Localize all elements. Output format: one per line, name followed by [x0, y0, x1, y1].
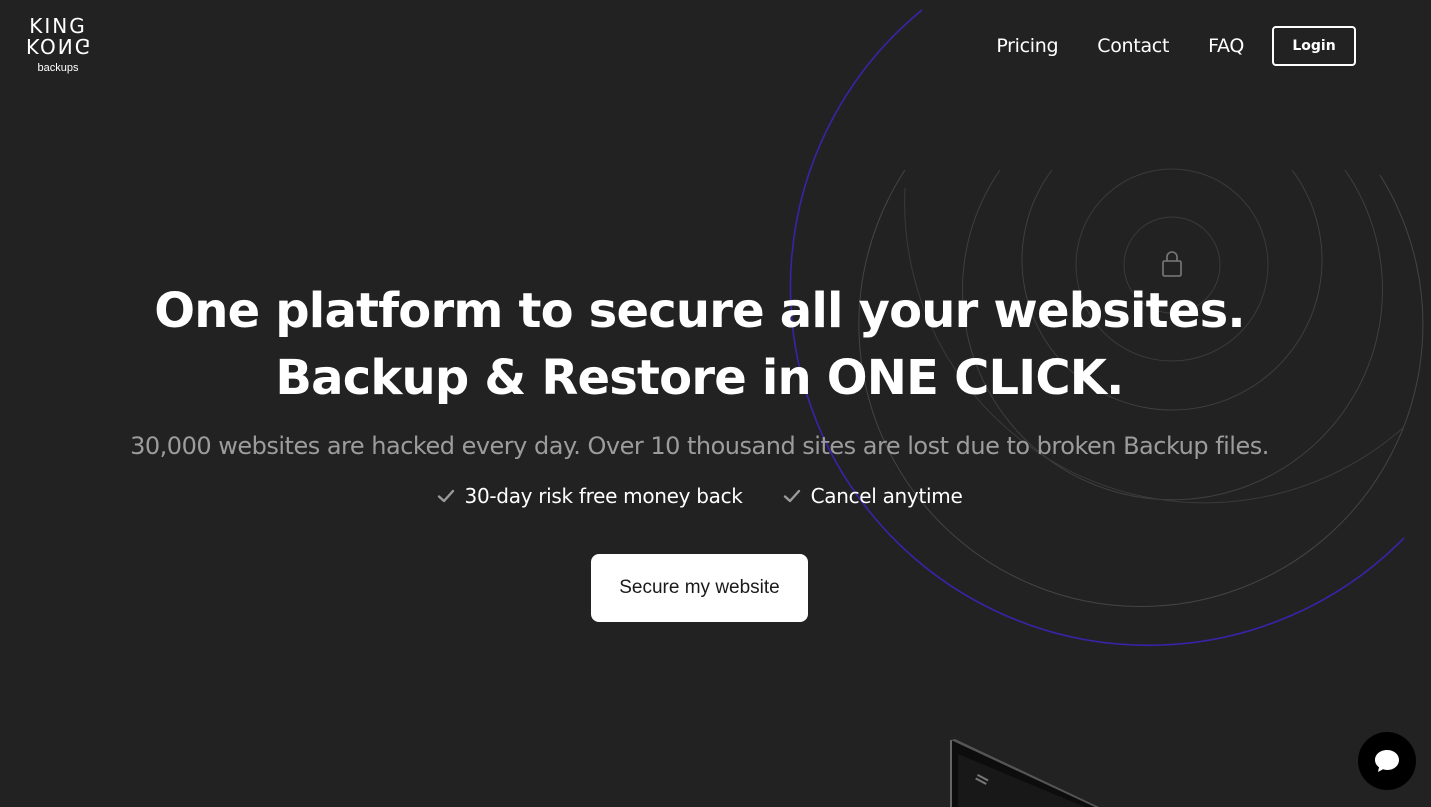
hero-headline-line-2: Backup & Restore in ONE CLICK. — [275, 350, 1124, 406]
check-icon — [783, 489, 800, 503]
brand-logo[interactable]: KING KONG backups — [26, 14, 93, 74]
check-item-money-back: 30-day risk free money back — [437, 484, 743, 508]
hero-checks: 30-day risk free money back Cancel anyti… — [0, 484, 1399, 508]
login-button[interactable]: Login — [1272, 26, 1356, 66]
check-label-money-back: 30-day risk free money back — [464, 484, 743, 508]
logo-line-kong: KONG — [26, 34, 93, 58]
laptop-illustration — [945, 738, 1115, 807]
top-nav: Pricing Contact FAQ Login — [996, 26, 1356, 66]
check-item-cancel: Cancel anytime — [783, 484, 963, 508]
hero-headline-line-1: One platform to secure all your websites… — [154, 283, 1245, 339]
lock-icon — [1162, 251, 1182, 277]
hero-section: One platform to secure all your websites… — [0, 278, 1399, 508]
logo-line-backups: backups — [37, 62, 79, 74]
check-icon — [437, 489, 454, 503]
chat-icon — [1375, 750, 1399, 772]
hero-subheadline: 30,000 websites are hacked every day. Ov… — [130, 432, 1269, 460]
hero-headline: One platform to secure all your websites… — [0, 278, 1399, 412]
nav-link-pricing[interactable]: Pricing — [996, 35, 1058, 57]
logo-line-king: KING — [29, 14, 87, 38]
nav-link-faq[interactable]: FAQ — [1208, 35, 1244, 57]
nav-link-contact[interactable]: Contact — [1097, 35, 1169, 57]
chat-button[interactable] — [1358, 732, 1416, 790]
check-label-cancel: Cancel anytime — [810, 484, 963, 508]
secure-website-button[interactable]: Secure my website — [591, 554, 808, 622]
